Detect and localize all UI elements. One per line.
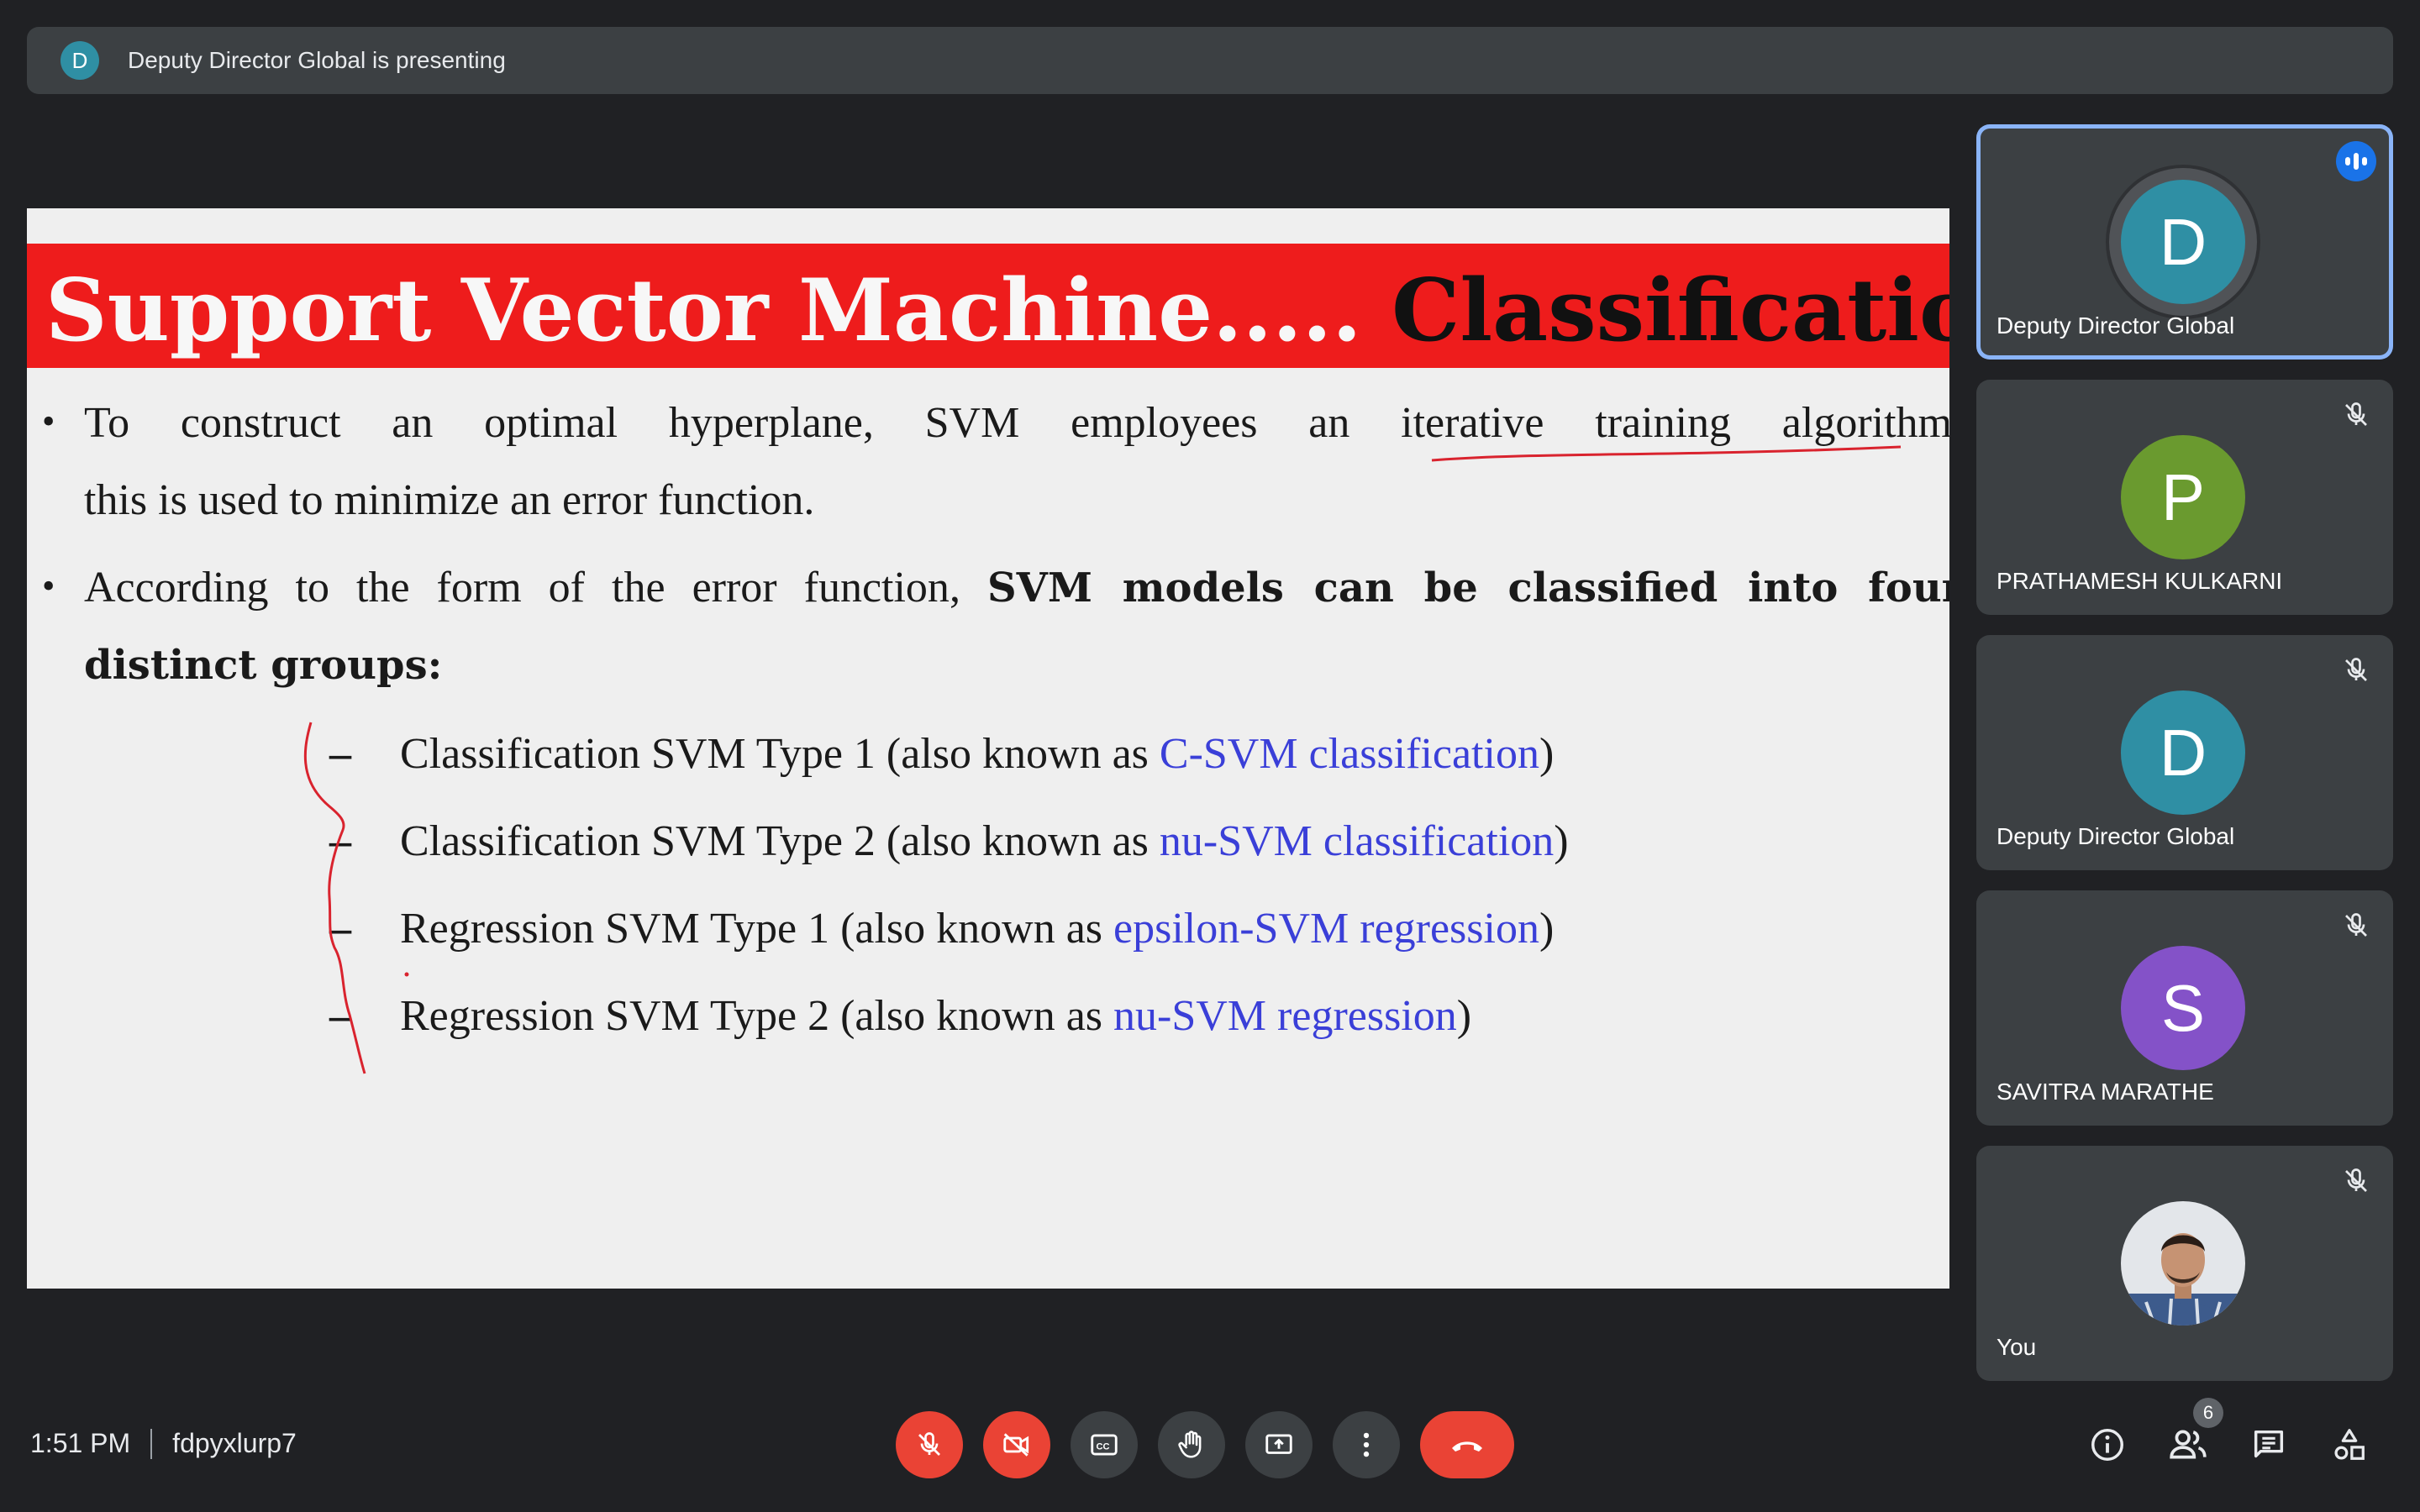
- leave-call-icon: [1452, 1441, 1482, 1452]
- list-item-text: Classification SVM Type 1 (also known as: [400, 730, 1160, 778]
- bullet-1-line-1: To construct an optimal hyperplane, SVM …: [84, 398, 1949, 448]
- presenting-text: Deputy Director Global is presenting: [128, 47, 506, 73]
- captions-button[interactable]: CC: [1071, 1411, 1138, 1478]
- list-item-text: Regression SVM Type 1 (also known as: [400, 905, 1114, 953]
- activities-icon: [2334, 1429, 2365, 1460]
- camera-toggle-button[interactable]: [983, 1411, 1050, 1478]
- slide-title-part2: Classification: [1392, 260, 1949, 361]
- slide-title: Support Vector Machine..... Classificati…: [45, 244, 1949, 368]
- participant-avatar: P: [2121, 435, 2245, 559]
- dot-annotation: [404, 972, 409, 977]
- bullet-2-line-2: distinct groups:: [84, 642, 443, 689]
- mic-muted-icon: [2345, 402, 2367, 426]
- presenting-banner: D Deputy Director Global is presenting: [27, 27, 2393, 94]
- bullet-1-line-2: this is used to minimize an error functi…: [84, 476, 815, 524]
- participant-name: PRATHAMESH KULKARNI: [1996, 568, 2283, 594]
- chat-icon: [2254, 1430, 2284, 1458]
- bullet-1-underlined: iterative training algorithm: [1401, 399, 1949, 447]
- participant-avatar: D: [2121, 180, 2245, 304]
- slide-title-band: Support Vector Machine..... Classificati…: [27, 244, 1949, 368]
- list-item-text: Regression SVM Type 2 (also known as: [400, 992, 1114, 1040]
- bullet-2-text: According to the form of the error funct…: [84, 564, 960, 612]
- meeting-code: fdpyxlurp7: [172, 1428, 297, 1458]
- list-item-paren: ): [1554, 817, 1569, 865]
- mic-off-icon: [918, 1432, 940, 1456]
- bullet-1-text: To construct an optimal hyperplane, SVM …: [84, 399, 1350, 447]
- shared-screen-slide: Support Vector Machine..... Classificati…: [27, 208, 1949, 1289]
- participants-count-badge: 6: [2193, 1398, 2223, 1428]
- meeting-info: 1:51 PM fdpyxlurp7: [30, 1428, 297, 1459]
- list-item: – Regression SVM Type 1 (also known as ep…: [329, 904, 1554, 953]
- list-item-paren: ): [1539, 905, 1555, 953]
- divider: [150, 1428, 153, 1459]
- list-item-text: Classification SVM Type 2 (also known as: [400, 817, 1160, 865]
- underline-annotation: [1431, 445, 1902, 462]
- people-icon: [2170, 1430, 2207, 1459]
- list-item: – Classification SVM Type 1 (also known a…: [329, 729, 1554, 779]
- bullet-dot: •: [42, 401, 55, 442]
- captions-icon: CC: [1091, 1434, 1118, 1456]
- list-item-term: nu-SVM regression: [1113, 992, 1457, 1040]
- list-dash: –: [329, 905, 351, 953]
- more-options-icon: [1363, 1432, 1370, 1457]
- participant-name: You: [1996, 1334, 2037, 1360]
- participant-name: Deputy Director Global: [1996, 312, 2235, 339]
- list-item: – Classification SVM Type 2 (also known a…: [329, 816, 1569, 866]
- list-item-term: nu-SVM classification: [1159, 817, 1555, 865]
- present-screen-button[interactable]: [1245, 1411, 1313, 1478]
- mic-muted-icon: [2345, 1168, 2367, 1192]
- list-item-term: C-SVM classification: [1159, 730, 1539, 778]
- camera-off-icon: [1003, 1433, 1029, 1457]
- participant-tile[interactable]: D Deputy Director Global: [1976, 124, 2393, 360]
- chat-button[interactable]: [2245, 1421, 2292, 1468]
- list-dash: –: [329, 992, 351, 1040]
- activities-button[interactable]: [2326, 1421, 2373, 1468]
- participant-name: Deputy Director Global: [1996, 823, 2235, 849]
- participant-tile[interactable]: S SAVITRA MARATHE: [1976, 890, 2393, 1126]
- list-dash: –: [329, 730, 351, 778]
- info-icon: [2091, 1429, 2123, 1461]
- leave-call-button[interactable]: [1420, 1411, 1514, 1478]
- people-button[interactable]: [2165, 1421, 2212, 1468]
- list-item-paren: ): [1456, 992, 1472, 1040]
- meeting-details-button[interactable]: [2084, 1421, 2131, 1468]
- meeting-time: 1:51 PM: [30, 1428, 131, 1458]
- participant-name: SAVITRA MARATHE: [1996, 1079, 2214, 1105]
- participant-tile-self[interactable]: You: [1976, 1146, 2393, 1381]
- raise-hand-icon: [1178, 1431, 1202, 1458]
- presenter-avatar: D: [60, 41, 99, 80]
- mic-toggle-button[interactable]: [896, 1411, 963, 1478]
- self-avatar-photo: [2121, 1201, 2245, 1326]
- more-options-button[interactable]: [1333, 1411, 1400, 1478]
- participant-avatar: S: [2121, 946, 2245, 1070]
- list-item: – Regression SVM Type 2 (also known as nu…: [329, 991, 1471, 1041]
- mic-muted-icon: [2345, 658, 2367, 681]
- speaking-indicator-icon: [2336, 141, 2376, 181]
- participant-tile[interactable]: D Deputy Director Global: [1976, 635, 2393, 870]
- list-dash: –: [329, 817, 351, 865]
- bullet-dot: •: [42, 565, 55, 606]
- bullet-2-line-1: According to the form of the error funct…: [84, 563, 1949, 612]
- raise-hand-button[interactable]: [1158, 1411, 1225, 1478]
- list-item-paren: ): [1539, 730, 1555, 778]
- slide-title-part1: Support Vector Machine.....: [45, 260, 1362, 361]
- present-screen-icon: [1265, 1434, 1292, 1454]
- mic-muted-icon: [2345, 913, 2367, 937]
- participant-tile[interactable]: P PRATHAMESH KULKARNI: [1976, 380, 2393, 615]
- bullet-2-bold: SVM models can be classified into four: [986, 564, 1949, 612]
- participant-avatar: D: [2121, 690, 2245, 815]
- svg-text:CC: CC: [1097, 1442, 1110, 1452]
- list-item-term: epsilon-SVM regression: [1113, 905, 1539, 953]
